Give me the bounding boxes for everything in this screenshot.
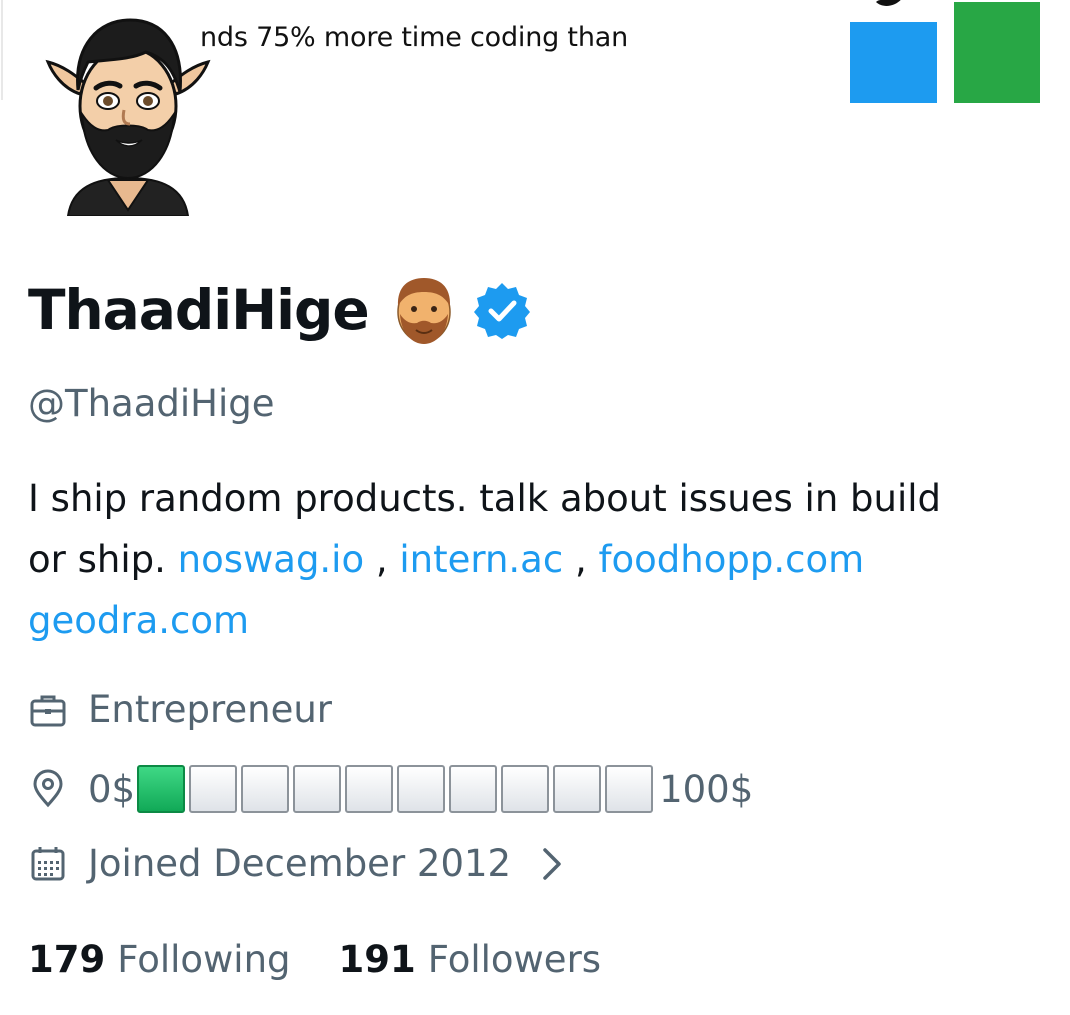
progress-cell-empty bbox=[189, 765, 238, 813]
followers-stat[interactable]: 191 Followers bbox=[339, 938, 602, 981]
bio-link-geodra[interactable]: geodra.com bbox=[28, 599, 249, 642]
blue-square bbox=[850, 22, 937, 103]
bio-link-noswag[interactable]: noswag.io bbox=[178, 538, 364, 581]
bio-link-foodhopp[interactable]: foodhopp.com bbox=[599, 538, 865, 581]
followers-count: 191 bbox=[338, 938, 416, 981]
joined-label: Joined December 2012 bbox=[88, 842, 512, 885]
bio-separator: , bbox=[364, 538, 400, 581]
bio-link-intern[interactable]: intern.ac bbox=[399, 538, 563, 581]
bio-line-2: or ship. noswag.io , intern.ac , foodhop… bbox=[28, 529, 1048, 590]
avatar[interactable] bbox=[34, 2, 222, 216]
progress-cell-empty bbox=[501, 765, 550, 813]
profile-joined[interactable]: Joined December 2012 bbox=[28, 842, 563, 885]
profile-bio: I ship random products. talk about issue… bbox=[28, 468, 1048, 651]
progress-cell-empty bbox=[241, 765, 290, 813]
followers-label: Followers bbox=[427, 938, 602, 981]
progress-start-label: 0$ bbox=[88, 767, 136, 811]
profession-label: Entrepreneur bbox=[88, 688, 333, 731]
progress-cell-filled bbox=[137, 765, 186, 813]
progress-cell-empty bbox=[605, 765, 654, 813]
banner-text: nds 75% more time coding than bbox=[200, 22, 628, 53]
following-label: Following bbox=[117, 938, 291, 981]
bio-line-1: I ship random products. talk about issue… bbox=[28, 477, 942, 520]
chevron-right-icon[interactable] bbox=[541, 846, 563, 882]
display-name: ThaadiHige bbox=[28, 278, 370, 342]
bio-text-prefix: or ship. bbox=[28, 538, 178, 581]
progress-cell-empty bbox=[345, 765, 394, 813]
verified-badge-icon[interactable] bbox=[473, 281, 531, 339]
following-count: 179 bbox=[28, 938, 106, 981]
progress-bar bbox=[137, 765, 657, 813]
green-square bbox=[954, 2, 1040, 103]
bio-separator: , bbox=[563, 538, 599, 581]
banner-edge-line bbox=[1, 0, 3, 100]
name-row: ThaadiHige bbox=[28, 270, 531, 350]
profile-location: 0$ 100$ bbox=[28, 765, 753, 813]
progress-cell-empty bbox=[293, 765, 342, 813]
following-stat[interactable]: 179 Following bbox=[28, 938, 291, 981]
profile-profession: Entrepreneur bbox=[28, 688, 332, 731]
calendar-icon bbox=[31, 846, 65, 880]
progress-cell-empty bbox=[397, 765, 446, 813]
profile-stats: 179 Following 191 Followers bbox=[28, 938, 649, 981]
progress-end-label: 100$ bbox=[659, 767, 754, 811]
bearded-person-emoji-icon bbox=[396, 278, 451, 344]
progress-cell-empty bbox=[553, 765, 602, 813]
bio-line-3: geodra.com bbox=[28, 590, 1048, 651]
progress-cell-empty bbox=[449, 765, 498, 813]
briefcase-icon bbox=[30, 695, 66, 726]
bird-icon bbox=[876, 0, 901, 6]
location-pin-icon bbox=[33, 769, 63, 808]
profile-handle: @ThaadiHige bbox=[28, 382, 275, 425]
